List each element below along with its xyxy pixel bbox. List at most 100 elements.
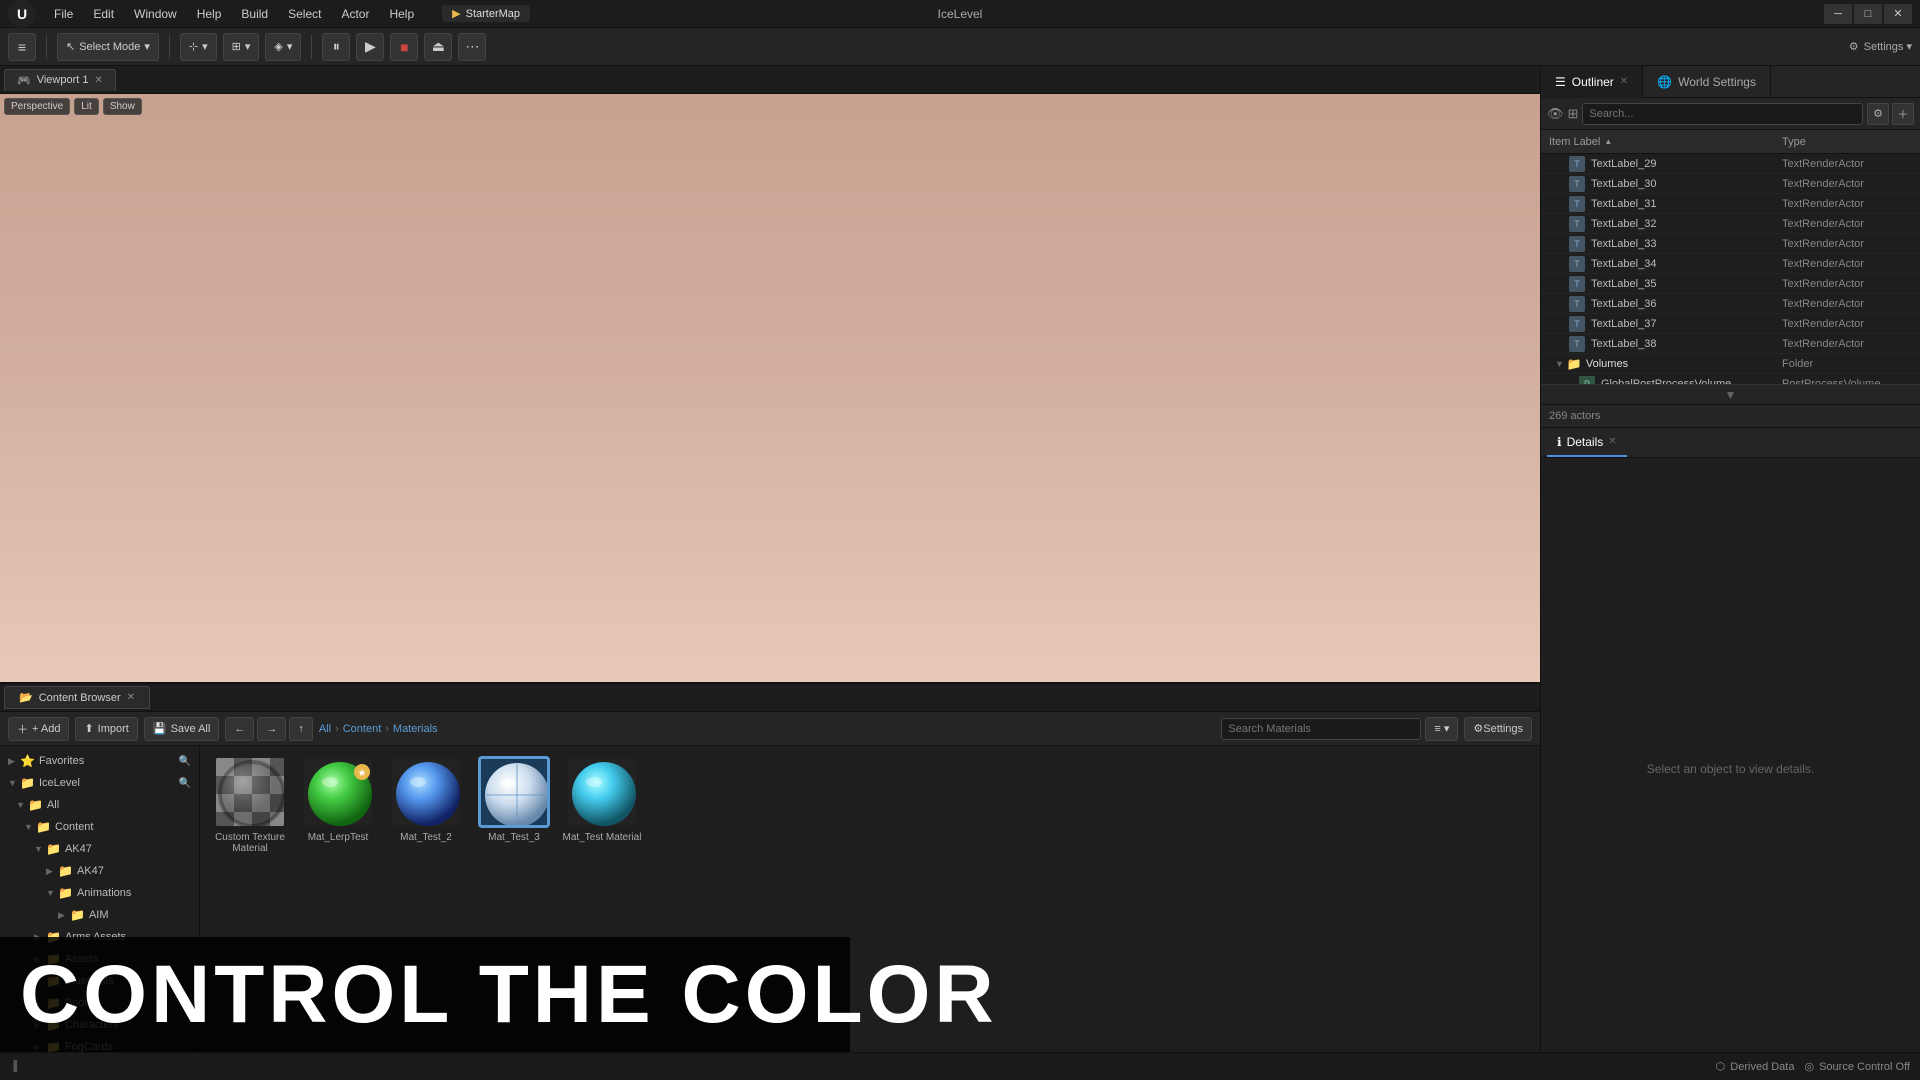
select-mode-button[interactable]: ↖ Select Mode ▾ [57,33,159,61]
import-button[interactable]: ⬆ Import [75,717,137,741]
world-icon: 🌐 [1657,75,1672,89]
source-control-button[interactable]: ◎ Source Control Off [1804,1060,1910,1073]
lit-button[interactable]: Lit [74,98,99,115]
menu-actor[interactable]: Actor [333,5,377,23]
outliner-item-textlabel38[interactable]: T TextLabel_38 TextRenderActor [1541,334,1920,354]
details-tab-close[interactable]: ✕ [1608,436,1616,447]
stop-button[interactable]: ■ [390,33,418,61]
material-item-mat-test2[interactable]: Mat_Test_2 [386,756,466,854]
material-item-mat-test3[interactable]: Mat_Test_3 [474,756,554,854]
menu-help[interactable]: Help [189,5,230,23]
camera-button[interactable]: ◈ ▾ [265,33,301,61]
sidebar-item-ak47[interactable]: ▼ 📁 AK47 [0,838,199,860]
outliner-settings-button[interactable]: ⚙ [1867,103,1889,125]
add-button[interactable]: ＋ + Add [8,717,69,741]
menu-items: File Edit Window Help Build Select Actor… [46,5,422,23]
path-content[interactable]: Content [343,723,382,735]
search-small-icon[interactable]: 🔍 [179,756,191,767]
content-browser-tab-close[interactable]: ✕ [127,692,135,703]
outliner-search-input[interactable] [1582,103,1863,125]
right-panel: ☰ Outliner ✕ 🌐 World Settings 👁 ⊞ ⚙ ＋ It… [1540,66,1920,1080]
tab-outliner[interactable]: ☰ Outliner ✕ [1541,66,1643,98]
outliner-item-globalpostprocess[interactable]: P GlobalPostProcessVolume PostProcessVol… [1541,374,1920,384]
search-materials-input[interactable] [1221,718,1421,740]
material-item-mat-test-material[interactable]: Mat_Test Material [562,756,642,854]
viewport-tab-close[interactable]: ✕ [94,75,102,86]
menu-file[interactable]: File [46,5,81,23]
sidebar-icelevel-root[interactable]: ▼ 📁 IceLevel 🔍 [0,772,199,794]
derived-data-button[interactable]: ⬡ Derived Data [1716,1060,1795,1073]
outliner-item-textlabel29[interactable]: T TextLabel_29 TextRenderActor [1541,154,1920,174]
outliner-item-textlabel35[interactable]: T TextLabel_35 TextRenderActor [1541,274,1920,294]
outliner-list: T TextLabel_29 TextRenderActor T TextLab… [1541,154,1920,384]
sidebar-item-animations[interactable]: ▼ 📁 Animations [0,882,199,904]
folder-icon: 📁 [1567,357,1582,371]
outliner-scroll-down[interactable]: ▼ [1541,384,1920,404]
snap-button[interactable]: ⊞ ▾ [223,33,260,61]
outliner-tab-close[interactable]: ✕ [1620,76,1628,87]
outliner-item-textlabel36[interactable]: T TextLabel_36 TextRenderActor [1541,294,1920,314]
save-all-button[interactable]: 💾 Save All [144,717,219,741]
menu-select[interactable]: Select [280,5,329,23]
window-title: IceLevel [938,7,983,21]
outliner-add-button[interactable]: ＋ [1892,103,1914,125]
toolbar-separator-1 [46,35,47,59]
menu-edit[interactable]: Edit [85,5,122,23]
sidebar-item-aim[interactable]: ▶ 📁 AIM [0,904,199,926]
perspective-button[interactable]: Perspective [4,98,70,115]
outliner-item-textlabel31[interactable]: T TextLabel_31 TextRenderActor [1541,194,1920,214]
outliner-item-textlabel34[interactable]: T TextLabel_34 TextRenderActor [1541,254,1920,274]
viewport-tab-1[interactable]: 🎮 Viewport 1 ✕ [4,69,116,91]
viewport-icon: 🎮 [17,74,31,87]
material-icon-mat-test2 [390,756,462,828]
eject-button[interactable]: ⏏ [424,33,452,61]
up-button[interactable]: ↑ [289,717,313,741]
sidebar-item-content[interactable]: ▼ 📁 Content [0,816,199,838]
project-name[interactable]: ▶ StarterMap [442,5,530,22]
arrow-icon: ▼ [8,778,20,788]
tab-details[interactable]: ℹ Details ✕ [1547,429,1627,457]
more-button[interactable]: ⋯ [458,33,486,61]
back-button[interactable]: ← [225,717,254,741]
text-render-icon: T [1569,256,1585,272]
outliner-item-volumes[interactable]: ▼ 📁 Volumes Folder [1541,354,1920,374]
favorites-icon: ⭐ [20,754,35,768]
outliner-item-textlabel33[interactable]: T TextLabel_33 TextRenderActor [1541,234,1920,254]
minimize-button[interactable]: ─ [1824,4,1852,24]
tab-world-settings[interactable]: 🌐 World Settings [1643,66,1771,98]
material-item-mat-lerptest[interactable]: ★ Mat_LerpTest [298,756,378,854]
arrow-icon: ▼ [24,822,36,832]
maximize-button[interactable]: □ [1854,4,1882,24]
breadcrumb-path: All › Content › Materials [319,723,438,735]
content-browser-settings-button[interactable]: ⚙ Settings [1464,717,1532,741]
pause-button[interactable]: ⏸ [322,33,350,61]
search-filter-button[interactable]: ≡ ▾ [1425,717,1458,741]
menu-build[interactable]: Build [233,5,276,23]
outliner-item-textlabel30[interactable]: T TextLabel_30 TextRenderActor [1541,174,1920,194]
hamburger-icon-button[interactable]: ≡ [8,33,36,61]
path-all[interactable]: All [319,723,331,735]
close-button[interactable]: ✕ [1884,4,1912,24]
menu-window[interactable]: Window [126,5,185,23]
content-browser-tab[interactable]: 📂 Content Browser ✕ [4,686,150,709]
outliner-item-textlabel32[interactable]: T TextLabel_32 TextRenderActor [1541,214,1920,234]
search-small-icon[interactable]: 🔍 [179,778,191,789]
outliner-item-textlabel37[interactable]: T TextLabel_37 TextRenderActor [1541,314,1920,334]
material-icon-mat-lerptest: ★ [302,756,374,828]
content-browser-icon: 📂 [19,691,33,704]
transform-button[interactable]: ⊹ ▾ [180,33,217,61]
color-banner: CONTROL THE COLOR [0,937,850,1052]
material-item-custom-texture[interactable]: Custom Texture Material [210,756,290,854]
settings-button[interactable]: ⚙ Settings ▾ [1849,40,1912,53]
show-button[interactable]: Show [103,98,142,115]
play-button[interactable]: ▶ [356,33,384,61]
path-materials[interactable]: Materials [393,723,438,735]
details-panel: ℹ Details ✕ Select an object to view det… [1541,428,1920,1080]
forward-button[interactable]: → [257,717,286,741]
sidebar-item-all[interactable]: ▼ 📁 All [0,794,199,816]
menu-help2[interactable]: Help [381,5,422,23]
content-browser-search: ≡ ▾ [1221,717,1458,741]
text-render-icon: T [1569,336,1585,352]
sidebar-favorites-header[interactable]: ▶ ⭐ Favorites 🔍 [0,750,199,772]
sidebar-item-ak47-sub[interactable]: ▶ 📁 AK47 [0,860,199,882]
